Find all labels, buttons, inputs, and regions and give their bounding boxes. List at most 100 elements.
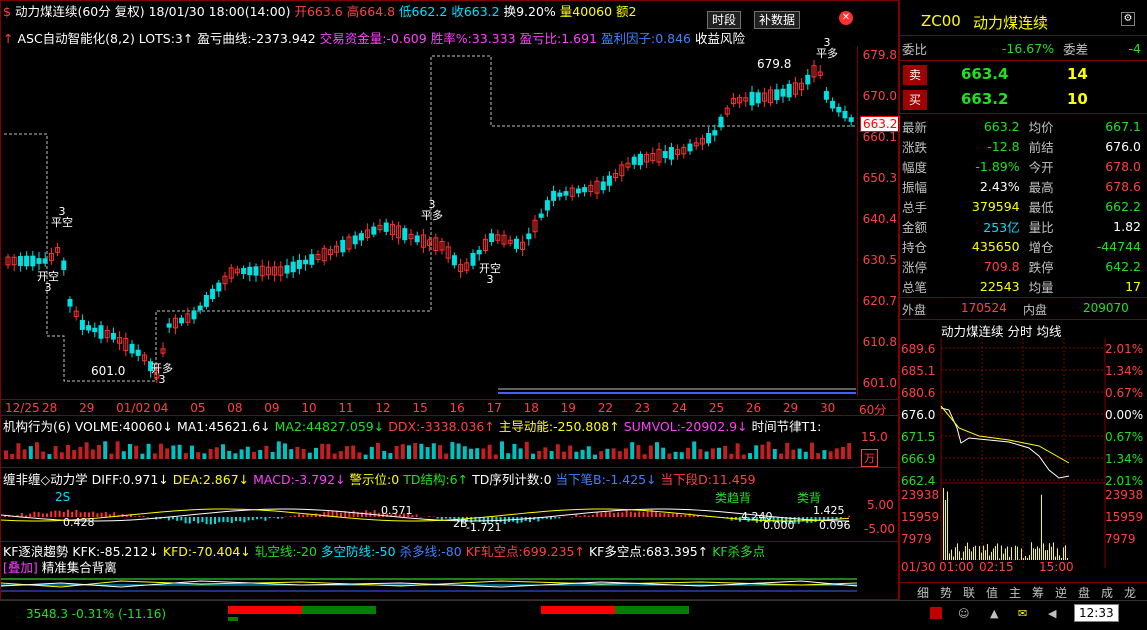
candle-body (805, 74, 811, 85)
bottom-tab[interactable]: 筹 (1032, 584, 1044, 601)
volume-bar (673, 451, 678, 459)
intraday-vol-bar (947, 491, 948, 560)
stat-label: 最低 (1028, 199, 1054, 215)
volume-bar (97, 444, 101, 459)
macd-bar (193, 517, 195, 522)
main-chart-area[interactable]: $ 动力煤连续(60分 复权) 18/01/30 18:00(14:00) 开6… (0, 0, 901, 600)
signal-marker: 开多 3 (151, 362, 173, 386)
candle-body (303, 259, 309, 265)
stat-value: -44744 (1096, 238, 1141, 254)
volume-chart[interactable] (1, 433, 857, 461)
bottom-tab[interactable]: 成 (1101, 584, 1113, 601)
symbol-title: 动力煤连续(60分 复权) (14, 4, 145, 19)
volume-bar (84, 442, 89, 459)
macd-bar (629, 511, 632, 517)
macd-bar (205, 517, 208, 525)
macd-bar (37, 512, 40, 517)
stat-label: 振幅 (902, 179, 928, 195)
candle-body (489, 233, 495, 242)
dea-value: DEA:2.867↓ (172, 472, 250, 487)
kf-sha-duo-point: KF杀多点 (712, 544, 766, 559)
bottom-tab[interactable]: 盘 (1078, 584, 1090, 601)
price-tick: 610.8 (862, 335, 897, 349)
signal-marker: 3 平空 (51, 205, 73, 229)
volume-axis-tick: 15.0 (861, 430, 888, 444)
volume-bar (221, 444, 225, 459)
progress-red-2 (541, 606, 615, 614)
speaker-icon[interactable]: ◀ (1048, 607, 1056, 620)
alert-icon[interactable] (930, 607, 942, 619)
intraday-vol-bar (967, 542, 968, 560)
bottom-tab[interactable]: 逆 (1055, 584, 1067, 601)
volume-bar (233, 453, 238, 459)
intraday-vol-bar (1015, 545, 1016, 560)
volume-bar (679, 452, 684, 459)
bottom-tab[interactable]: 龙 (1124, 584, 1136, 601)
date-tick: 22 (597, 401, 613, 415)
intraday-vol-bar (1047, 550, 1048, 560)
settings-icon[interactable]: ⚙ (1121, 12, 1135, 26)
time-section-button[interactable]: 时段 (707, 11, 742, 29)
menu-icon[interactable]: $ (3, 4, 11, 19)
bottom-tab[interactable]: 联 (963, 584, 975, 601)
intraday-vol-bar (1043, 543, 1044, 560)
price-tick: 650.3 (862, 171, 897, 185)
message-icon[interactable]: ✉ (1018, 607, 1027, 620)
fill-data-button[interactable]: 补数据 (754, 11, 801, 29)
volume-bar (816, 453, 821, 459)
candle-body (191, 310, 197, 320)
bottom-tab[interactable]: 值 (986, 584, 998, 601)
candle-body (166, 323, 172, 328)
candle-body (600, 181, 606, 191)
volume-bar (469, 448, 473, 459)
volume-bar (444, 453, 449, 459)
candle-body (668, 146, 674, 160)
bell-icon[interactable]: ▲ (990, 607, 998, 620)
macd-bar (415, 514, 418, 517)
volume-bar (593, 454, 597, 459)
intraday-vol-bar (1041, 494, 1042, 560)
candle-body (241, 268, 247, 274)
macd-bar (596, 512, 599, 517)
volume-panel-title: 机构行为(6) (3, 419, 71, 434)
volume-bar (183, 453, 188, 459)
date-tick: 17 (486, 401, 502, 415)
overlay-button[interactable]: [叠加] (3, 560, 38, 575)
date-tick: 05 (190, 401, 206, 415)
macd-bar (797, 517, 800, 524)
candle-body (836, 106, 842, 113)
bottom-tab[interactable]: 细 (917, 584, 929, 601)
weicha-value: -4 (1128, 40, 1141, 56)
volume-bar (555, 444, 560, 459)
volume-bar (307, 452, 312, 459)
bottom-tab[interactable]: 主 (1009, 584, 1021, 601)
stat-label: 幅度 (902, 159, 928, 175)
volume-bar (779, 453, 783, 459)
intraday-vol-bar (1001, 545, 1002, 560)
intraday-pct-tick: 0.67% (1105, 430, 1144, 444)
volume-bar (338, 451, 343, 459)
order-ratio-table: 委比 -16.67% 委差 -4 (899, 38, 1147, 58)
high-label: 高664.8 (346, 4, 396, 19)
bid-ask-book[interactable]: 卖 663.4 14 买 663.2 10 (899, 60, 1147, 114)
volume-bar (413, 443, 418, 459)
intraday-time-tick: 01:00 (939, 560, 974, 574)
candle-body (42, 258, 48, 264)
bottom-tab[interactable]: 势 (940, 584, 952, 601)
candle-body (86, 325, 92, 331)
kf-chart[interactable] (1, 575, 857, 597)
weibi-value: -16.67% (1001, 40, 1055, 56)
date-tick: 28 (42, 401, 58, 415)
close-icon[interactable]: ✕ (839, 11, 853, 25)
intraday-vol-bar (991, 551, 992, 560)
intraday-vol-bar (975, 545, 976, 560)
macd-bar (264, 517, 267, 521)
user-icon[interactable]: ☺ (958, 607, 969, 620)
intraday-vol-bar (1023, 557, 1024, 560)
buy-qty: 10 (1067, 90, 1088, 108)
macd-bar (251, 517, 254, 521)
macd-bar (554, 517, 557, 519)
period-label[interactable]: 60分 (859, 401, 886, 418)
volume-bar (171, 445, 176, 459)
volume-bar (140, 453, 145, 459)
